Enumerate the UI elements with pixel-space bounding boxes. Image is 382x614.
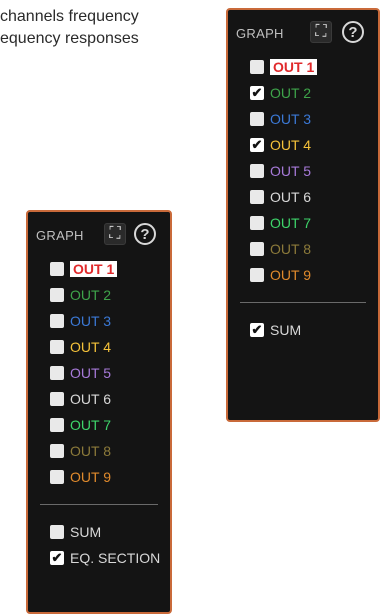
channel-row[interactable]: OUT 5 bbox=[28, 360, 170, 386]
checkbox[interactable] bbox=[250, 112, 264, 126]
channel-row[interactable]: OUT 5 bbox=[228, 158, 378, 184]
channel-row[interactable]: OUT 3 bbox=[228, 106, 378, 132]
channel-list: OUT 1 ✔ OUT 2 OUT 3 ✔ OUT 4 OUT 5 OUT 6 OUT 7 OUT… bbox=[228, 54, 378, 288]
channel-label: OUT 1 bbox=[270, 59, 318, 75]
check-icon: ✔ bbox=[251, 85, 263, 100]
channel-list: OUT 1 OUT 2 OUT 3 OUT 4 OUT 5 OUT 6 OUT 7 OUT 8… bbox=[28, 256, 170, 490]
expand-icon[interactable]: ⛶ bbox=[104, 223, 126, 245]
channel-row[interactable]: OUT 1 bbox=[228, 54, 378, 80]
channel-label: SUM bbox=[270, 322, 302, 338]
channel-label: OUT 6 bbox=[70, 391, 111, 407]
channel-label: OUT 1 bbox=[70, 261, 118, 277]
channel-label: OUT 6 bbox=[270, 189, 311, 205]
channel-row[interactable]: OUT 6 bbox=[28, 386, 170, 412]
channel-row[interactable]: OUT 6 bbox=[228, 184, 378, 210]
channel-row[interactable]: OUT 9 bbox=[228, 262, 378, 288]
check-icon: ✔ bbox=[51, 550, 63, 565]
description-text: channels frequency equency responses bbox=[0, 6, 210, 50]
channel-label: OUT 9 bbox=[270, 267, 311, 283]
channel-label: OUT 8 bbox=[70, 443, 111, 459]
help-icon[interactable]: ? bbox=[342, 21, 364, 43]
channel-label: OUT 4 bbox=[270, 137, 311, 153]
checkbox[interactable] bbox=[250, 242, 264, 256]
checkbox[interactable] bbox=[250, 268, 264, 282]
checkbox[interactable]: ✔ bbox=[250, 323, 264, 337]
checkbox[interactable] bbox=[50, 525, 64, 539]
channel-label: OUT 9 bbox=[70, 469, 111, 485]
check-icon: ✔ bbox=[251, 137, 263, 152]
channel-label: OUT 8 bbox=[270, 241, 311, 257]
channel-row[interactable]: SUM bbox=[28, 519, 170, 545]
channel-row[interactable]: OUT 2 bbox=[28, 282, 170, 308]
channel-row[interactable]: OUT 7 bbox=[28, 412, 170, 438]
expand-icon[interactable]: ⛶ bbox=[310, 21, 332, 43]
graph-header: GRAPH ⛶ ? bbox=[28, 220, 170, 248]
checkbox[interactable]: ✔ bbox=[250, 138, 264, 152]
checkbox[interactable]: ✔ bbox=[250, 86, 264, 100]
checkbox[interactable] bbox=[50, 444, 64, 458]
channel-label: OUT 3 bbox=[70, 313, 111, 329]
channel-row[interactable]: ✔ SUM bbox=[228, 317, 378, 343]
graph-panel-left: GRAPH ⛶ ? OUT 1 OUT 2 OUT 3 OUT 4 OUT 5 OUT 6… bbox=[26, 210, 172, 614]
checkbox[interactable] bbox=[50, 262, 64, 276]
graph-header: GRAPH ⛶ ? bbox=[228, 18, 378, 46]
checkbox[interactable] bbox=[50, 418, 64, 432]
channel-row[interactable]: OUT 9 bbox=[28, 464, 170, 490]
extras-list: ✔ SUM bbox=[228, 317, 378, 343]
checkbox[interactable] bbox=[250, 190, 264, 204]
checkbox[interactable] bbox=[250, 216, 264, 230]
channel-label: OUT 5 bbox=[70, 365, 111, 381]
channel-row[interactable]: OUT 8 bbox=[28, 438, 170, 464]
description-line-2: equency responses bbox=[0, 30, 139, 47]
channel-label: OUT 7 bbox=[270, 215, 311, 231]
help-icon[interactable]: ? bbox=[134, 223, 156, 245]
graph-title: GRAPH bbox=[236, 26, 284, 41]
divider bbox=[240, 302, 366, 303]
channel-label: OUT 2 bbox=[270, 85, 311, 101]
checkbox[interactable] bbox=[50, 392, 64, 406]
checkbox[interactable] bbox=[50, 470, 64, 484]
channel-row[interactable]: OUT 7 bbox=[228, 210, 378, 236]
checkbox[interactable] bbox=[50, 366, 64, 380]
checkbox[interactable] bbox=[50, 340, 64, 354]
channel-label: SUM bbox=[70, 524, 102, 540]
channel-row[interactable]: ✔ OUT 4 bbox=[228, 132, 378, 158]
channel-row[interactable]: ✔ OUT 2 bbox=[228, 80, 378, 106]
graph-title: GRAPH bbox=[36, 228, 84, 243]
checkbox[interactable] bbox=[50, 288, 64, 302]
checkbox[interactable]: ✔ bbox=[50, 551, 64, 565]
channel-label: OUT 2 bbox=[70, 287, 111, 303]
channel-label: OUT 3 bbox=[270, 111, 311, 127]
channel-label: OUT 5 bbox=[270, 163, 311, 179]
checkbox[interactable] bbox=[250, 60, 264, 74]
channel-label: OUT 7 bbox=[70, 417, 111, 433]
divider bbox=[40, 504, 158, 505]
checkbox[interactable] bbox=[250, 164, 264, 178]
channel-row[interactable]: OUT 8 bbox=[228, 236, 378, 262]
channel-label: OUT 4 bbox=[70, 339, 111, 355]
channel-row[interactable]: OUT 4 bbox=[28, 334, 170, 360]
check-icon: ✔ bbox=[251, 322, 263, 337]
channel-row[interactable]: OUT 1 bbox=[28, 256, 170, 282]
extras-list: SUM ✔ EQ. SECTION bbox=[28, 519, 170, 571]
channel-label: EQ. SECTION bbox=[70, 550, 161, 566]
checkbox[interactable] bbox=[50, 314, 64, 328]
channel-row[interactable]: OUT 3 bbox=[28, 308, 170, 334]
description-line-1: channels frequency bbox=[0, 8, 139, 25]
graph-panel-right: GRAPH ⛶ ? OUT 1 ✔ OUT 2 OUT 3 ✔ OUT 4 OUT 5 OUT… bbox=[226, 8, 380, 422]
channel-row[interactable]: ✔ EQ. SECTION bbox=[28, 545, 170, 571]
